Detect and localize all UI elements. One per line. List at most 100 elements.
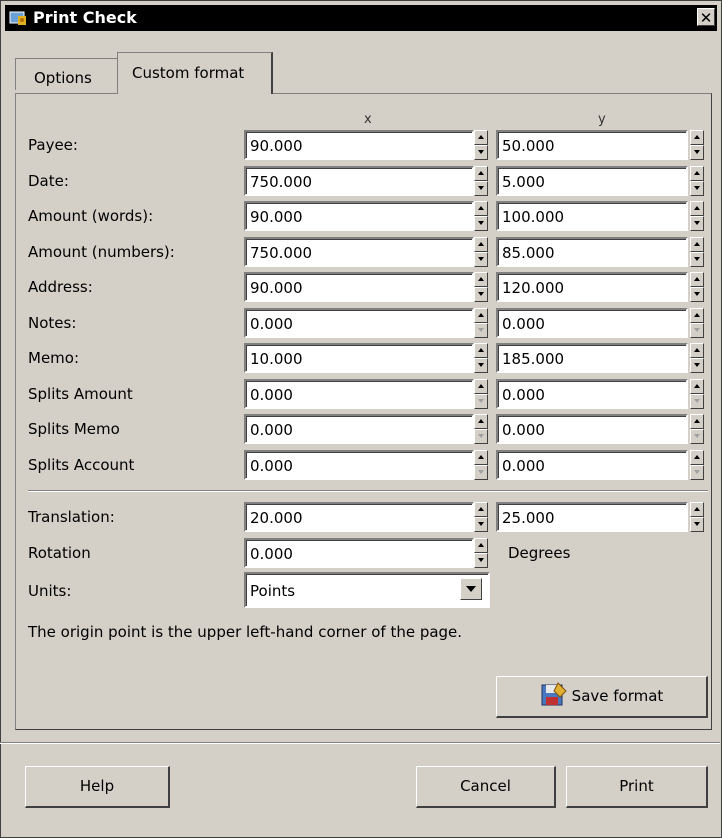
row-y-spinner[interactable] — [690, 343, 704, 373]
row-x-field[interactable]: 750.000 — [244, 166, 474, 196]
spin-down-icon[interactable] — [474, 465, 488, 480]
spin-down-icon[interactable] — [474, 323, 488, 338]
row-x-spinner[interactable] — [474, 379, 488, 409]
row-x-spinner[interactable] — [474, 237, 488, 267]
row-y-spinner[interactable] — [690, 379, 704, 409]
row-x-spinner[interactable] — [474, 201, 488, 231]
save-format-button[interactable]: Save format — [496, 676, 708, 718]
spin-down-icon[interactable] — [690, 287, 704, 302]
row-x-spinner[interactable] — [474, 414, 488, 444]
spin-up-icon[interactable] — [474, 272, 488, 287]
spin-down-icon[interactable] — [474, 181, 488, 196]
row-x-spinner[interactable] — [474, 166, 488, 196]
row-x-spinner[interactable] — [474, 450, 488, 480]
spin-up-icon[interactable] — [474, 538, 488, 553]
spin-up-icon[interactable] — [474, 450, 488, 465]
spin-up-icon[interactable] — [474, 502, 488, 517]
row-x-spinner[interactable] — [474, 272, 488, 302]
row-y-spinner[interactable] — [690, 450, 704, 480]
spin-up-icon[interactable] — [690, 450, 704, 465]
spin-up-icon[interactable] — [690, 166, 704, 181]
spin-down-icon[interactable] — [474, 358, 488, 373]
spin-up-icon[interactable] — [474, 130, 488, 145]
spin-down-icon[interactable] — [474, 287, 488, 302]
row-x-spinner[interactable] — [474, 130, 488, 160]
tab-custom-format[interactable]: Custom format — [117, 52, 273, 94]
row-y-spinner[interactable] — [690, 308, 704, 338]
spin-up-icon[interactable] — [690, 502, 704, 517]
row-x-field[interactable]: 0.000 — [244, 414, 474, 444]
spin-down-icon[interactable] — [690, 181, 704, 196]
row-y-field[interactable]: 0.000 — [496, 308, 688, 338]
spin-up-icon[interactable] — [690, 272, 704, 287]
row-y-field[interactable]: 120.000 — [496, 272, 688, 302]
row-x-field[interactable]: 0.000 — [244, 450, 474, 480]
spin-up-icon[interactable] — [474, 201, 488, 216]
spin-down-icon[interactable] — [690, 429, 704, 444]
rotation-spinner[interactable] — [474, 538, 488, 568]
spin-down-icon[interactable] — [690, 216, 704, 231]
spin-down-icon[interactable] — [690, 252, 704, 267]
row-y-spinner[interactable] — [690, 130, 704, 160]
spin-down-icon[interactable] — [474, 429, 488, 444]
spin-up-icon[interactable] — [690, 343, 704, 358]
spin-up-icon[interactable] — [474, 237, 488, 252]
row-y-spinner[interactable] — [690, 201, 704, 231]
spin-down-icon[interactable] — [690, 394, 704, 409]
spin-down-icon[interactable] — [474, 216, 488, 231]
spin-down-icon[interactable] — [474, 394, 488, 409]
spin-up-icon[interactable] — [690, 379, 704, 394]
spin-down-icon[interactable] — [690, 358, 704, 373]
units-select[interactable]: Points — [244, 572, 490, 608]
spin-down-icon[interactable] — [474, 145, 488, 160]
row-y-spinner[interactable] — [690, 414, 704, 444]
row-y-field[interactable]: 50.000 — [496, 130, 688, 160]
spin-down-icon[interactable] — [474, 517, 488, 532]
close-icon[interactable]: ✕ — [697, 8, 715, 27]
spin-up-icon[interactable] — [474, 308, 488, 323]
row-x-field[interactable]: 0.000 — [244, 379, 474, 409]
spin-down-icon[interactable] — [474, 553, 488, 568]
cancel-button[interactable]: Cancel — [416, 766, 556, 808]
translation-x-field[interactable]: 20.000 — [244, 502, 474, 532]
rotation-field[interactable]: 0.000 — [244, 538, 474, 568]
row-y-spinner[interactable] — [690, 237, 704, 267]
spin-up-icon[interactable] — [690, 414, 704, 429]
spin-up-icon[interactable] — [474, 414, 488, 429]
row-y-field[interactable]: 0.000 — [496, 414, 688, 444]
spin-up-icon[interactable] — [690, 308, 704, 323]
spin-up-icon[interactable] — [690, 130, 704, 145]
row-x-field[interactable]: 0.000 — [244, 308, 474, 338]
translation-y-field[interactable]: 25.000 — [496, 502, 688, 532]
translation-y-spinner[interactable] — [690, 502, 704, 532]
row-y-spinner[interactable] — [690, 272, 704, 302]
print-button[interactable]: Print — [566, 766, 708, 808]
row-x-field[interactable]: 750.000 — [244, 237, 474, 267]
row-y-field[interactable]: 0.000 — [496, 450, 688, 480]
row-y-field[interactable]: 185.000 — [496, 343, 688, 373]
spin-up-icon[interactable] — [474, 379, 488, 394]
help-button[interactable]: Help — [25, 766, 170, 808]
spin-down-icon[interactable] — [474, 252, 488, 267]
spin-up-icon[interactable] — [690, 201, 704, 216]
row-x-spinner[interactable] — [474, 343, 488, 373]
row-y-field[interactable]: 100.000 — [496, 201, 688, 231]
spin-down-icon[interactable] — [690, 517, 704, 532]
spin-down-icon[interactable] — [690, 145, 704, 160]
row-y-field[interactable]: 85.000 — [496, 237, 688, 267]
translation-x-spinner[interactable] — [474, 502, 488, 532]
spin-down-icon[interactable] — [690, 465, 704, 480]
row-x-spinner[interactable] — [474, 308, 488, 338]
spin-up-icon[interactable] — [690, 237, 704, 252]
row-y-field[interactable]: 0.000 — [496, 379, 688, 409]
dropdown-arrow-icon[interactable] — [460, 578, 482, 600]
row-x-field[interactable]: 90.000 — [244, 201, 474, 231]
row-x-field[interactable]: 90.000 — [244, 130, 474, 160]
row-x-field[interactable]: 90.000 — [244, 272, 474, 302]
spin-up-icon[interactable] — [474, 166, 488, 181]
row-y-spinner[interactable] — [690, 166, 704, 196]
spin-down-icon[interactable] — [690, 323, 704, 338]
row-y-field[interactable]: 5.000 — [496, 166, 688, 196]
tab-options[interactable]: Options — [15, 58, 118, 90]
row-x-field[interactable]: 10.000 — [244, 343, 474, 373]
